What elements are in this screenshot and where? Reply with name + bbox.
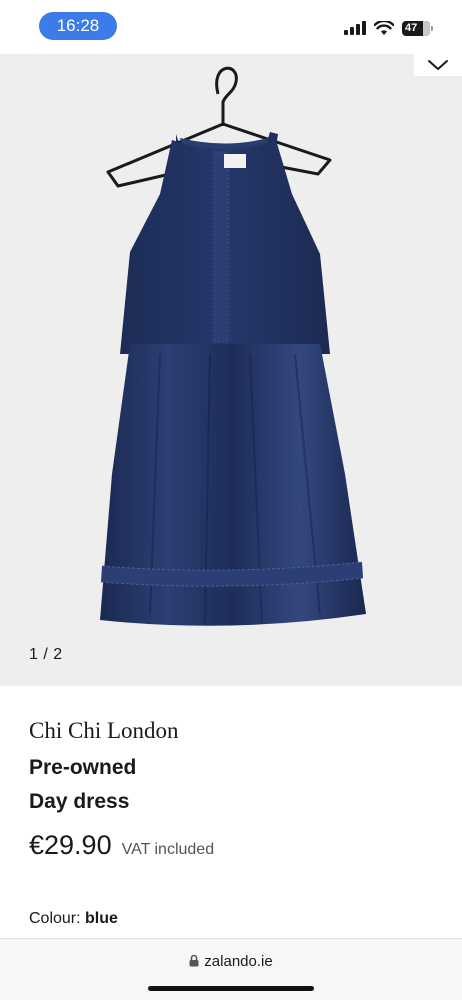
collapse-gallery-button[interactable] xyxy=(414,54,462,76)
wifi-icon xyxy=(374,20,394,35)
status-bar: 16:28 47 xyxy=(0,0,462,54)
image-counter: 1 / 2 xyxy=(29,646,63,663)
chevron-down-icon xyxy=(428,60,448,70)
status-time: 16:28 xyxy=(39,12,117,40)
price: €29.90 xyxy=(29,830,112,860)
status-icons: 47 xyxy=(344,20,433,36)
vat-note: VAT included xyxy=(121,841,215,858)
product-condition: Pre-owned xyxy=(29,756,137,779)
colour-value: blue xyxy=(85,910,118,927)
colour-label: Colour: xyxy=(29,910,81,927)
lock-icon xyxy=(189,954,199,967)
browser-url-bar[interactable]: zalando.ie xyxy=(0,938,462,1000)
url-display[interactable]: zalando.ie xyxy=(0,953,462,970)
signal-icon xyxy=(344,21,366,35)
battery-level: 47 xyxy=(405,21,418,34)
product-name: Day dress xyxy=(29,790,130,813)
colour-info: Colour: blue xyxy=(29,910,118,928)
battery-icon: 47 xyxy=(402,20,433,36)
home-indicator[interactable] xyxy=(148,986,314,991)
product-image xyxy=(0,54,462,686)
product-image-gallery[interactable] xyxy=(0,54,462,686)
url-text: zalando.ie xyxy=(204,953,273,970)
price-row: €29.90 VAT included xyxy=(29,830,214,861)
brand-name[interactable]: Chi Chi London xyxy=(29,718,179,744)
